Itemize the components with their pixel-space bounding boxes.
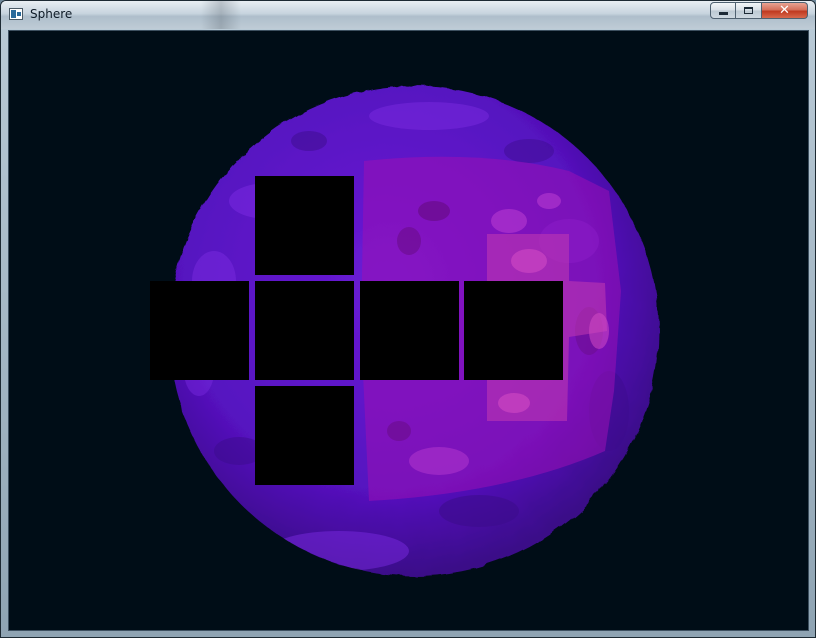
window-title: Sphere	[30, 7, 73, 21]
render-viewport[interactable]	[8, 30, 809, 631]
cube-face-left	[150, 281, 249, 380]
cube-face-right	[360, 281, 459, 380]
minimize-button[interactable]	[710, 2, 736, 19]
title-bar[interactable]: Sphere ✕	[1, 1, 815, 29]
cube-face-top	[255, 176, 354, 275]
cube-face-front	[255, 281, 354, 380]
cube-face-back	[464, 281, 563, 380]
close-button[interactable]: ✕	[762, 2, 808, 19]
maximize-button[interactable]	[736, 2, 762, 19]
cube-face-bottom	[255, 386, 354, 485]
close-icon: ✕	[779, 3, 790, 18]
app-window-icon[interactable]	[9, 8, 23, 20]
maximize-icon	[744, 7, 753, 14]
app-window: Sphere ✕	[0, 0, 816, 638]
window-controls: ✕	[710, 2, 808, 21]
minimize-icon	[718, 11, 728, 15]
scene-canvas	[150, 86, 659, 576]
